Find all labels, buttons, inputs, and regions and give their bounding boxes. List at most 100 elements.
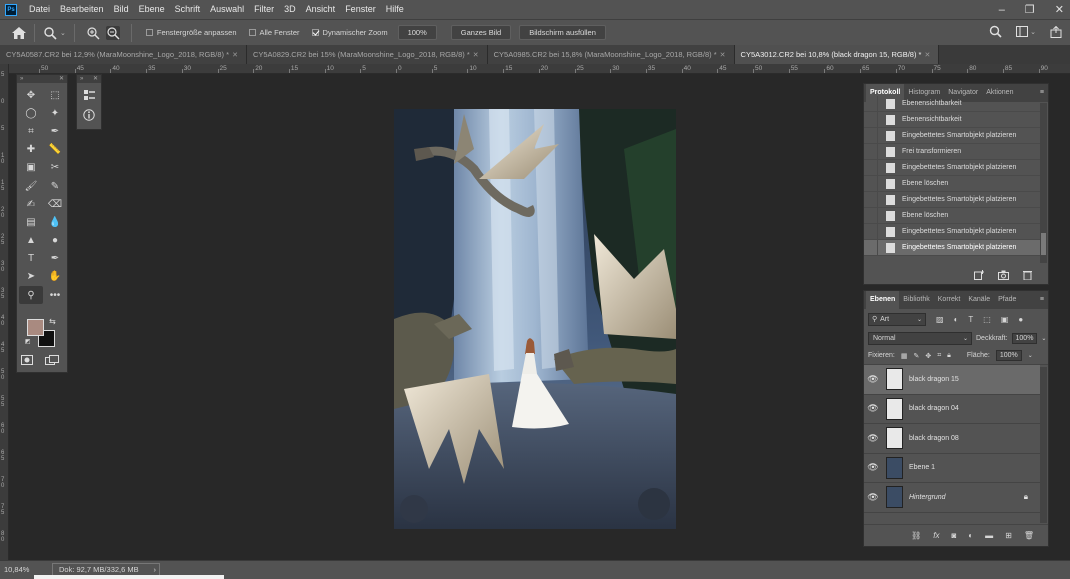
history-state[interactable]: Eingebettetes Smartobjekt platzieren <box>864 239 1040 256</box>
new-group-icon[interactable]: ▬ <box>985 531 993 540</box>
healing-brush-icon[interactable]: ✚ <box>19 141 43 159</box>
lock-all-icon[interactable]: 🔒︎ <box>947 352 951 360</box>
all-windows-checkbox[interactable]: Alle Fenster <box>248 28 300 37</box>
history-snapshot-checkbox[interactable] <box>864 111 878 128</box>
filter-adjustment-icon[interactable]: ◐ <box>954 315 959 324</box>
lasso-tool-icon[interactable]: ◯ <box>19 104 43 122</box>
art-brush-icon[interactable]: ✍ <box>19 195 43 213</box>
history-state[interactable]: Eingebettetes Smartobjekt platzieren <box>864 127 1040 144</box>
screen-mode-icon[interactable] <box>45 355 59 365</box>
panel-tab[interactable]: Pfade <box>994 291 1020 309</box>
minimize-icon[interactable]: – <box>999 4 1005 16</box>
blend-mode-select[interactable]: Normal ⌄ <box>868 331 972 345</box>
layer-row[interactable]: 👁︎ Ebene 1 <box>864 454 1040 483</box>
trash-icon[interactable]: 🗑︎ <box>1024 531 1034 540</box>
info-icon[interactable] <box>83 109 95 121</box>
panel-tab[interactable]: Korrekt <box>934 291 965 309</box>
zoom-tool-preset-icon[interactable]: ⌄ <box>43 26 66 40</box>
type-tool-icon[interactable]: T <box>19 250 43 268</box>
home-icon[interactable] <box>12 26 26 39</box>
panel-tab[interactable]: Bibliothk <box>899 291 933 309</box>
maximize-icon[interactable]: ❐ <box>1025 3 1035 16</box>
foreground-color-swatch[interactable] <box>27 319 44 336</box>
panel-menu-icon[interactable]: ≡ <box>1040 296 1044 303</box>
search-icon[interactable] <box>989 25 1002 38</box>
menu-item[interactable]: Bearbeiten <box>55 0 109 19</box>
history-state[interactable]: Eingebettetes Smartobjekt platzieren <box>864 191 1040 208</box>
menu-item[interactable]: Ansicht <box>301 0 341 19</box>
panel-tab[interactable]: Aktionen <box>982 84 1017 102</box>
menu-item[interactable]: Auswahl <box>205 0 249 19</box>
path-select-icon[interactable]: ➤ <box>19 268 43 286</box>
checkbox-box[interactable] <box>311 29 319 36</box>
zoom-in-icon[interactable] <box>86 26 100 40</box>
layer-row[interactable]: 👁︎ black dragon 04 <box>864 395 1040 424</box>
checkbox-box[interactable] <box>145 29 153 36</box>
chevron-right-icon[interactable]: › <box>154 564 157 575</box>
swap-colors-icon[interactable]: ⇆ <box>49 317 56 326</box>
eyedropper-icon[interactable]: ✒ <box>43 122 67 140</box>
link-layers-icon[interactable]: ⛓ <box>911 531 921 540</box>
layers-scrollbar[interactable] <box>1040 367 1047 523</box>
close-tab-icon[interactable]: ✕ <box>720 51 726 59</box>
crop-tool-icon[interactable]: ⌗ <box>19 122 43 140</box>
menu-item[interactable]: Ebene <box>134 0 170 19</box>
menu-item[interactable]: Bild <box>109 0 134 19</box>
zoom-out-icon[interactable] <box>105 25 120 40</box>
history-snapshot-checkbox[interactable] <box>864 127 878 144</box>
layer-name[interactable]: black dragon 04 <box>909 405 959 412</box>
layer-name[interactable]: black dragon 08 <box>909 435 959 442</box>
history-state[interactable]: Ebene löschen <box>864 175 1040 192</box>
document-tab[interactable]: CY5A0829.CR2 bei 15% (MaraMoonshine_Logo… <box>246 45 488 64</box>
toolbox-header[interactable]: » ✕ <box>17 75 67 83</box>
zoom-readout[interactable]: 10,84% <box>4 565 29 574</box>
visibility-eye-icon[interactable]: 👁︎ <box>864 403 882 414</box>
filter-type-icon[interactable]: T <box>968 315 973 324</box>
dodge-tool-icon[interactable]: ▲ <box>19 232 43 250</box>
visibility-eye-icon[interactable]: 👁︎ <box>864 374 882 385</box>
chevron-down-icon[interactable]: ⌄ <box>1028 352 1033 359</box>
blur-tool-icon[interactable]: 💧 <box>43 213 67 231</box>
fit-window-checkbox[interactable]: Fenstergröße anpassen <box>145 28 237 37</box>
collapse-icon[interactable]: » <box>80 75 83 83</box>
close-icon[interactable]: ✕ <box>59 75 64 83</box>
magic-wand-icon[interactable]: ✦ <box>43 104 67 122</box>
adjustment-layer-icon[interactable]: ◐ <box>968 531 973 540</box>
collapse-icon[interactable]: » <box>20 75 23 83</box>
panel-tab[interactable]: Ebenen <box>866 291 900 309</box>
gradient-tool-icon[interactable]: ▤ <box>19 213 43 231</box>
lock-artboard-icon[interactable]: ⌗ <box>937 352 941 360</box>
checkbox-box[interactable] <box>248 29 256 36</box>
sponge-tool-icon[interactable]: ● <box>43 232 67 250</box>
fit-screen-button[interactable]: Ganzes Bild <box>450 25 512 40</box>
lock-transparent-icon[interactable]: ▦ <box>901 352 908 360</box>
menu-item[interactable]: Datei <box>24 0 55 19</box>
pencil-tool-icon[interactable]: ✎ <box>43 177 67 195</box>
document-canvas[interactable] <box>394 109 676 529</box>
menu-item[interactable]: Hilfe <box>381 0 409 19</box>
history-brush-icon[interactable]: ✂ <box>43 159 67 177</box>
history-snapshot-checkbox[interactable] <box>864 239 878 256</box>
menu-item[interactable]: 3D <box>279 0 301 19</box>
workspace-icon[interactable]: ⌄ <box>1016 26 1036 37</box>
document-tab[interactable]: CY5A0985.CR2 bei 15,8% (MaraMoonshine_Lo… <box>487 45 735 64</box>
close-tab-icon[interactable]: ✕ <box>473 51 479 59</box>
history-snapshot-checkbox[interactable] <box>864 175 878 192</box>
default-colors-icon[interactable]: ◩ <box>25 338 31 345</box>
properties-icon[interactable] <box>83 89 96 101</box>
stamp-tool-icon[interactable]: ▣ <box>19 159 43 177</box>
brush-tool-icon[interactable]: 🖌 <box>19 177 43 195</box>
visibility-eye-icon[interactable]: 👁︎ <box>864 433 882 444</box>
history-snapshot-checkbox[interactable] <box>864 159 878 176</box>
layer-thumbnail[interactable] <box>886 397 903 420</box>
opacity-input[interactable]: 100% <box>1011 332 1038 344</box>
trash-icon[interactable] <box>1023 270 1032 280</box>
close-icon[interactable]: ✕ <box>1055 3 1064 16</box>
chevron-down-icon[interactable]: ⌄ <box>1041 335 1046 342</box>
layer-thumbnail[interactable] <box>886 427 903 450</box>
zoom-tool-icon[interactable]: ⚲ <box>19 286 43 305</box>
history-snapshot-checkbox[interactable] <box>864 96 878 112</box>
hand-tool-icon[interactable]: ✋ <box>43 268 67 286</box>
close-tab-icon[interactable]: ✕ <box>924 51 930 59</box>
share-icon[interactable] <box>1050 25 1062 38</box>
